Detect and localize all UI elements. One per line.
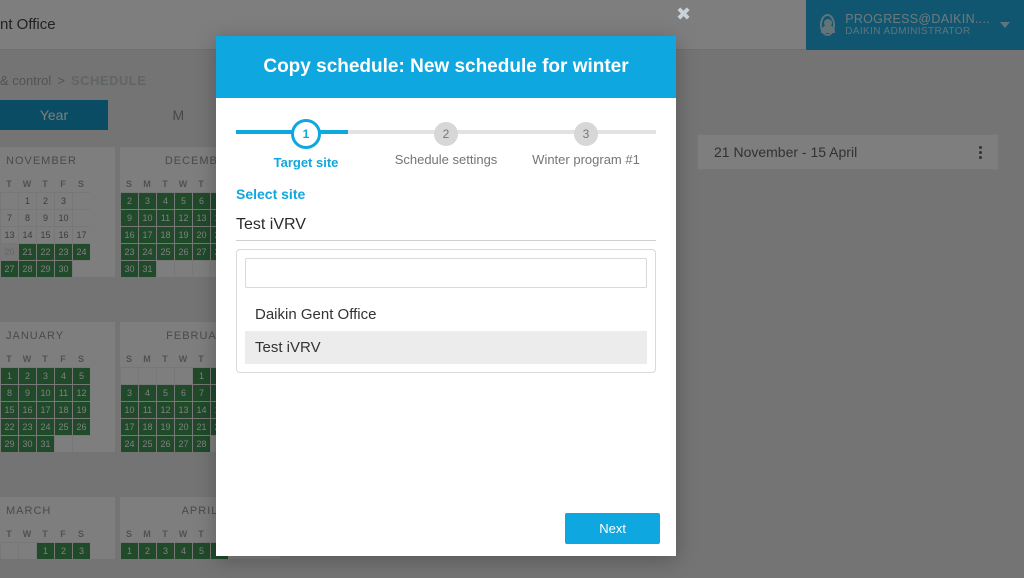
site-option[interactable]: Test iVRV <box>245 331 647 364</box>
step-schedule-settings[interactable]: 2 Schedule settings <box>376 122 516 167</box>
step-winter-program[interactable]: 3 Winter program #1 <box>516 122 656 167</box>
step-label: Target site <box>274 155 339 170</box>
site-option-list: Daikin Gent Office Test iVRV <box>245 298 647 364</box>
copy-schedule-modal: Copy schedule: New schedule for winter 1… <box>216 36 676 556</box>
wizard-stepper: 1 Target site 2 Schedule settings 3 Wint… <box>216 116 676 172</box>
step-label: Schedule settings <box>395 152 498 167</box>
selected-site-value[interactable]: Test iVRV <box>236 216 656 241</box>
site-dropdown: Daikin Gent Office Test iVRV <box>236 249 656 373</box>
step-number: 1 <box>291 119 321 149</box>
step-number: 2 <box>434 122 458 146</box>
close-icon[interactable]: ✖ <box>676 4 691 25</box>
modal-title: Copy schedule: New schedule for winter <box>216 36 676 98</box>
step-number: 3 <box>574 122 598 146</box>
site-option[interactable]: Daikin Gent Office <box>245 298 647 331</box>
step-target-site[interactable]: 1 Target site <box>236 119 376 170</box>
next-button[interactable]: Next <box>565 513 660 544</box>
select-site-label: Select site <box>236 186 656 202</box>
site-search-input[interactable] <box>245 258 647 288</box>
step-label: Winter program #1 <box>532 152 640 167</box>
